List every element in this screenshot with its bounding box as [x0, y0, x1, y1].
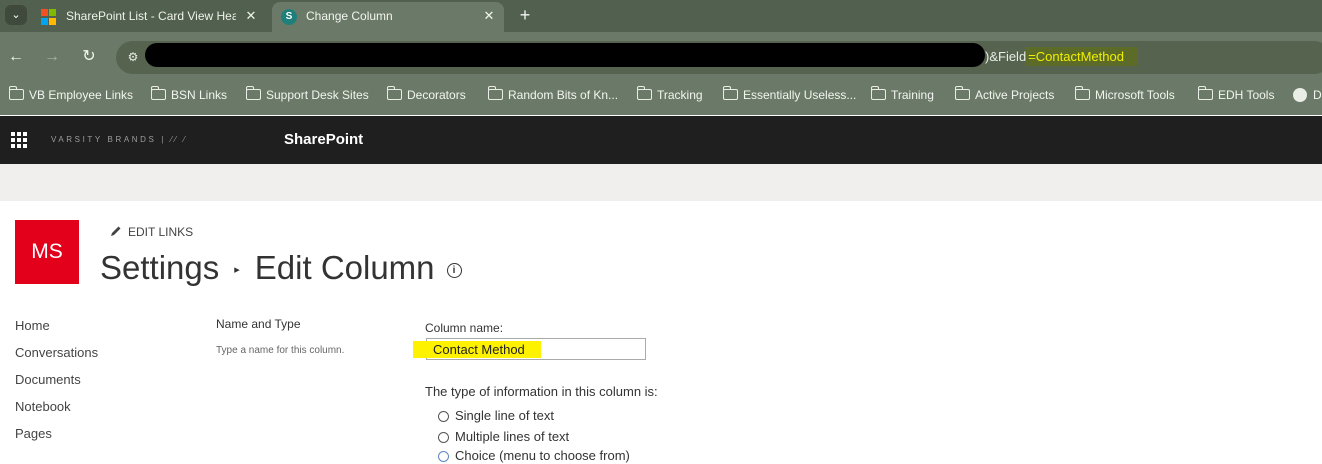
nav-pages[interactable]: Pages	[15, 426, 52, 442]
section-title: Name and Type	[216, 317, 301, 331]
bookmark-random-bits[interactable]: Random Bits of Kn...	[487, 86, 623, 103]
nav-notebook[interactable]: Notebook	[15, 399, 71, 415]
column-type-label: The type of information in this column i…	[425, 384, 658, 399]
folder-icon	[1197, 86, 1213, 100]
folder-icon	[8, 86, 24, 100]
site-info-icon[interactable]: ⚙	[124, 48, 142, 66]
globe-icon	[1293, 88, 1307, 102]
folder-icon	[636, 86, 652, 100]
column-name-label: Column name:	[425, 321, 504, 335]
bookmark-d[interactable]: D	[1293, 87, 1322, 103]
column-name-value[interactable]: Contact Method	[433, 342, 525, 358]
nav-documents[interactable]: Documents	[15, 372, 81, 388]
radio-button[interactable]	[438, 411, 449, 422]
bookmark-microsoft-tools[interactable]: Microsoft Tools	[1074, 86, 1185, 103]
url-suffix: )&Field	[985, 49, 1027, 64]
url-highlight: =ContactMethod	[1026, 47, 1138, 66]
radio-label: Single line of text	[455, 408, 555, 423]
address-text[interactable]: )&Field =ContactMethod	[985, 47, 1138, 66]
bookmark-label: Tracking	[657, 88, 703, 102]
bookmark-label: D	[1313, 88, 1322, 102]
folder-icon	[954, 86, 970, 100]
bookmark-label: Decorators	[407, 88, 466, 102]
bookmark-essentially-useless[interactable]: Essentially Useless...	[722, 86, 858, 103]
nav-conversations[interactable]: Conversations	[15, 345, 98, 361]
close-tab-icon[interactable]: ✕	[244, 2, 258, 30]
tab-sharepoint-list[interactable]: SharePoint List - Card View Hea ✕	[32, 2, 266, 32]
site-logo[interactable]: MS	[15, 220, 79, 284]
command-bar	[0, 164, 1322, 201]
bookmark-edh-tools[interactable]: EDH Tools	[1197, 86, 1278, 103]
tab-title: Change Column	[306, 9, 393, 23]
bookmark-label: Essentially Useless...	[743, 88, 857, 102]
tab-title: SharePoint List - Card View Hea	[66, 9, 236, 23]
breadcrumb-separator-icon: ▸	[234, 264, 240, 277]
folder-icon	[245, 86, 261, 100]
brand-suffix: | ⁄⁄ ⁄	[161, 135, 188, 144]
forward-button[interactable]: →	[41, 46, 63, 68]
bookmark-label: Training	[891, 88, 934, 102]
folder-icon	[870, 86, 886, 100]
folder-icon	[1074, 86, 1090, 100]
bookmark-label: BSN Links	[171, 88, 228, 102]
nav-home[interactable]: Home	[15, 318, 50, 334]
bookmark-label: Random Bits of Kn...	[508, 88, 619, 102]
folder-icon	[386, 86, 402, 100]
redacted-url	[145, 43, 985, 67]
radio-button[interactable]	[438, 432, 449, 443]
bookmark-tracking[interactable]: Tracking	[636, 86, 707, 103]
suite-title[interactable]: SharePoint	[284, 131, 363, 149]
tab-change-column[interactable]: S Change Column ✕	[272, 2, 504, 32]
bookmark-label: Microsoft Tools	[1095, 88, 1175, 102]
folder-icon	[487, 86, 503, 100]
tab-search-menu-button[interactable]: ⌄	[5, 5, 27, 25]
edit-links-label: EDIT LINKS	[128, 225, 194, 239]
page-title: Edit Column	[254, 249, 435, 286]
pencil-icon	[111, 226, 121, 236]
bookmark-label: EDH Tools	[1218, 88, 1275, 102]
bookmark-label: Active Projects	[975, 88, 1055, 102]
breadcrumb-settings[interactable]: Settings	[100, 249, 219, 286]
bookmark-training[interactable]: Training	[870, 86, 941, 103]
reload-button[interactable]: ↻	[78, 46, 100, 68]
breadcrumb: Settings ▸ Edit Column i	[100, 246, 462, 292]
section-description: Type a name for this column.	[216, 345, 345, 356]
bookmark-active-projects[interactable]: Active Projects	[954, 86, 1060, 103]
radio-label: Multiple lines of text	[455, 429, 570, 444]
microsoft-logo-icon	[41, 9, 57, 25]
bookmark-label: VB Employee Links	[29, 88, 134, 102]
new-tab-button[interactable]: +	[514, 4, 536, 26]
varsity-brands-logo[interactable]: VARSITY BRANDS | ⁄⁄ ⁄	[51, 134, 251, 146]
sharepoint-icon: S	[281, 9, 297, 25]
bookmark-decorators[interactable]: Decorators	[386, 86, 472, 103]
type-single-line[interactable]: Single line of text	[438, 408, 554, 424]
bookmark-vb-employee-links[interactable]: VB Employee Links	[8, 86, 139, 103]
folder-icon	[150, 86, 166, 100]
edit-links-button[interactable]: EDIT LINKS	[110, 224, 193, 240]
brand-text: VARSITY BRANDS	[51, 135, 157, 144]
bookmark-support-desk-sites[interactable]: Support Desk Sites	[245, 86, 371, 103]
bookmark-bsn-links[interactable]: BSN Links	[150, 86, 231, 103]
type-multiple-lines[interactable]: Multiple lines of text	[438, 429, 569, 445]
back-button[interactable]: ←	[5, 46, 27, 68]
radio-label: Choice (menu to choose from)	[455, 448, 630, 463]
close-tab-icon[interactable]: ✕	[482, 2, 496, 30]
app-launcher-icon[interactable]	[11, 132, 27, 148]
type-choice[interactable]: Choice (menu to choose from)	[438, 448, 630, 464]
bookmark-label: Support Desk Sites	[266, 88, 369, 102]
folder-icon	[722, 86, 738, 100]
info-icon[interactable]: i	[446, 262, 462, 278]
